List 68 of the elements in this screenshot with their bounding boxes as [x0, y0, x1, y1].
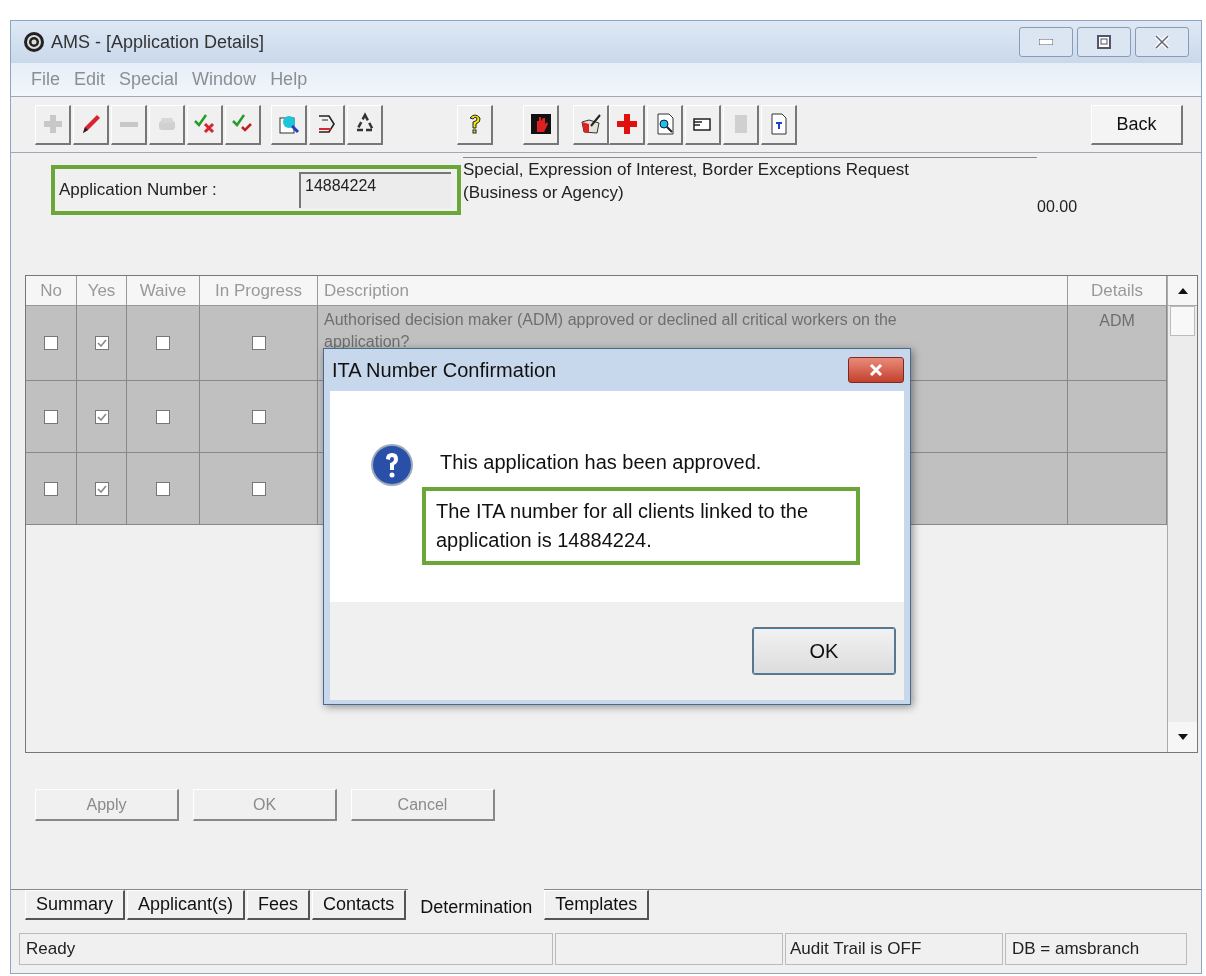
maximize-button[interactable] [1077, 27, 1131, 57]
close-icon [869, 364, 883, 376]
scroll-down-button[interactable] [1168, 722, 1197, 752]
checkbox[interactable] [44, 409, 58, 424]
tab[interactable]: Contacts [312, 890, 407, 920]
tab[interactable]: Templates [544, 890, 650, 920]
application-type-text: Special, Expression of Interest, Border Exceptions Request (Business or Agency) [463, 159, 910, 204]
menu-item[interactable]: Edit [68, 66, 112, 93]
tab[interactable]: Fees [247, 890, 311, 920]
checkbox[interactable] [94, 336, 109, 350]
question-icon [370, 443, 414, 487]
minus-icon [119, 121, 138, 127]
check-cross-icon [192, 112, 217, 136]
audit-status: Audit Trail is OFF [785, 933, 1003, 965]
checkbox[interactable] [251, 481, 266, 496]
hand-icon [528, 112, 553, 136]
checkbox[interactable] [156, 409, 170, 424]
checkbox[interactable] [94, 481, 109, 496]
checkbox[interactable] [156, 481, 170, 496]
ok-button[interactable]: OK [752, 627, 896, 675]
menu-item[interactable]: Window [186, 66, 263, 93]
up-arrow-icon [1177, 287, 1188, 294]
minimize-icon [1039, 39, 1053, 45]
column-header[interactable]: No [26, 276, 77, 305]
menu-item[interactable]: File [25, 66, 66, 93]
tab[interactable]: Applicant(s) [127, 890, 246, 920]
scrollbar[interactable] [1167, 276, 1197, 752]
toolbar-button[interactable] [347, 104, 383, 145]
dialog-message: This application has been approved. [440, 450, 763, 475]
scroll-up-button[interactable] [1168, 276, 1197, 306]
checkbox[interactable] [251, 409, 266, 424]
close-button[interactable] [848, 357, 904, 383]
table-cell: ADM [1099, 312, 1135, 329]
application-number-field[interactable]: 14884224 [299, 172, 451, 208]
menu-item[interactable]: Special [113, 66, 185, 93]
table-cell-text: Authorised decision maker (ADM) approved or declined all critical workers on the application? [324, 310, 898, 352]
toolbar-button[interactable] [523, 104, 559, 145]
column-header[interactable]: Description [318, 276, 1068, 305]
window-title: AMS - [Application Details] [51, 30, 265, 54]
checkbox[interactable] [251, 336, 266, 350]
checkbox[interactable] [44, 481, 58, 496]
down-arrow-icon [1177, 734, 1188, 740]
back-button[interactable]: Back [1091, 104, 1183, 145]
toolbar-button[interactable] [309, 104, 345, 145]
checkbox[interactable] [94, 409, 109, 424]
tab[interactable]: Summary [25, 890, 125, 920]
restore-icon [1097, 35, 1111, 49]
toolbar-button[interactable] [573, 104, 609, 145]
amount-text: 00.00 [1037, 197, 1078, 217]
dialog-title: ITA Number Confirmation [332, 358, 557, 383]
close-icon [1154, 35, 1170, 49]
column-header[interactable]: Yes [77, 276, 127, 305]
toolbar-button[interactable] [685, 104, 721, 145]
checkbox[interactable] [156, 336, 170, 350]
checkbox[interactable] [44, 336, 58, 350]
trash-icon [734, 115, 747, 133]
dialog-message: The ITA number for all clients linked to the application is 14884224. [436, 499, 810, 553]
column-header[interactable]: In Progress [200, 276, 318, 305]
toolbar-button[interactable] [647, 104, 683, 145]
database-status: DB = amsbranch [1005, 933, 1187, 965]
field-label: Application Number : [59, 179, 218, 202]
plus-icon [614, 112, 639, 136]
scroll-thumb[interactable] [1170, 306, 1195, 336]
status-message: Ready [19, 933, 553, 965]
app-logo-icon [23, 31, 45, 53]
column-header[interactable]: Waive [127, 276, 200, 305]
menu-item[interactable]: Help [264, 66, 314, 93]
folder-pen-icon [578, 112, 603, 136]
